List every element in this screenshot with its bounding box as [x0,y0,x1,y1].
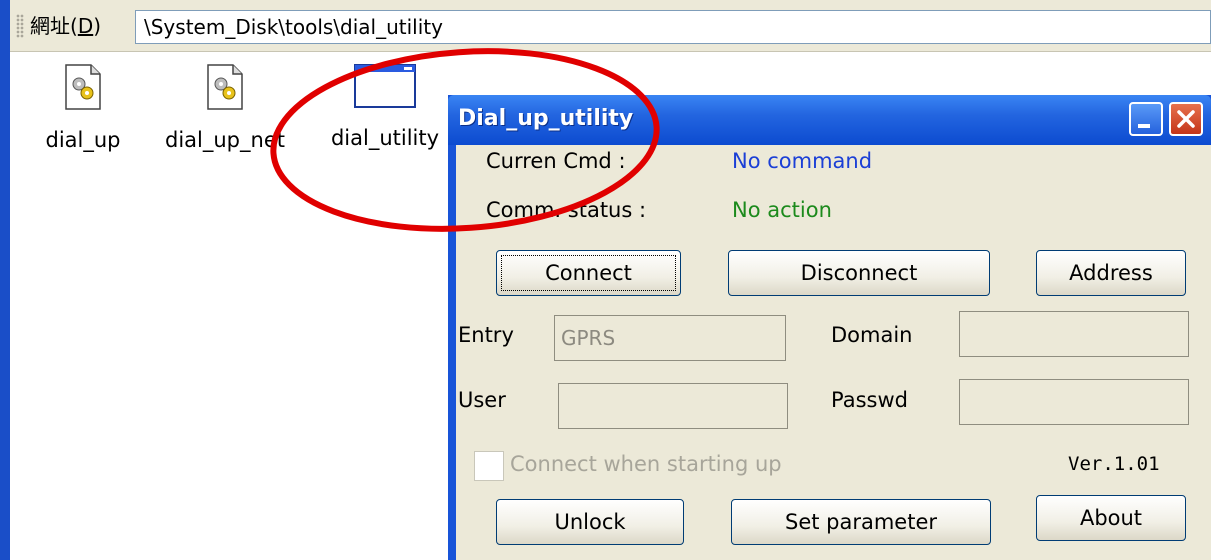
user-field[interactable] [558,383,788,429]
gear-document-icon [64,64,102,110]
window-left-border [0,0,10,560]
file-dial-up[interactable]: dial_up [38,64,128,152]
dialog-client-area: Curren Cmd : No command Comm. status : N… [456,145,1211,560]
address-button[interactable]: Address [1036,250,1186,296]
focus-rectangle [501,255,676,291]
entry-label: Entry [458,323,514,347]
user-label: User [458,388,506,412]
current-cmd-value: No command [732,149,873,173]
passwd-field[interactable] [959,379,1189,425]
connect-on-startup-checkbox[interactable] [474,451,504,481]
application-window-icon [354,64,416,108]
minimize-button[interactable] [1129,102,1163,136]
connect-on-startup-label: Connect when starting up [510,452,782,476]
passwd-label: Passwd [831,388,908,412]
comm-status-value: No action [732,198,832,222]
address-bar: 網址(D) \System_Disk\tools\dial_utility [10,0,1211,52]
about-button[interactable]: About [1036,495,1186,541]
file-dial-up-net[interactable]: dial_up_net [165,64,285,152]
close-button[interactable] [1169,102,1203,136]
file-label: dial_up_net [165,128,285,152]
current-cmd-label: Curren Cmd : [486,149,626,173]
file-dial-utility[interactable]: dial_utility [325,64,445,150]
domain-field[interactable] [959,311,1189,357]
set-parameter-button[interactable]: Set parameter [731,499,991,545]
window-title: Dial_up_utility [458,106,634,131]
domain-label: Domain [831,323,913,347]
file-label: dial_utility [330,126,440,150]
minimize-icon [1138,124,1150,128]
address-input[interactable]: \System_Disk\tools\dial_utility [135,10,1211,44]
toolbar-grip[interactable] [16,14,24,38]
disconnect-button[interactable]: Disconnect [728,250,990,296]
dialup-utility-window: Dial_up_utility Curren Cmd : No command … [448,95,1211,560]
title-bar[interactable]: Dial_up_utility [448,95,1211,145]
connect-button[interactable]: Connect [496,250,681,296]
address-label: 網址(D) [30,14,102,38]
unlock-button[interactable]: Unlock [496,499,684,545]
gear-document-icon [206,64,244,110]
entry-field[interactable]: GPRS [554,315,786,361]
file-label: dial_up [45,128,121,152]
version-label: Ver.1.01 [1068,453,1160,475]
comm-status-label: Comm. status : [486,198,647,222]
close-icon [1177,110,1195,128]
